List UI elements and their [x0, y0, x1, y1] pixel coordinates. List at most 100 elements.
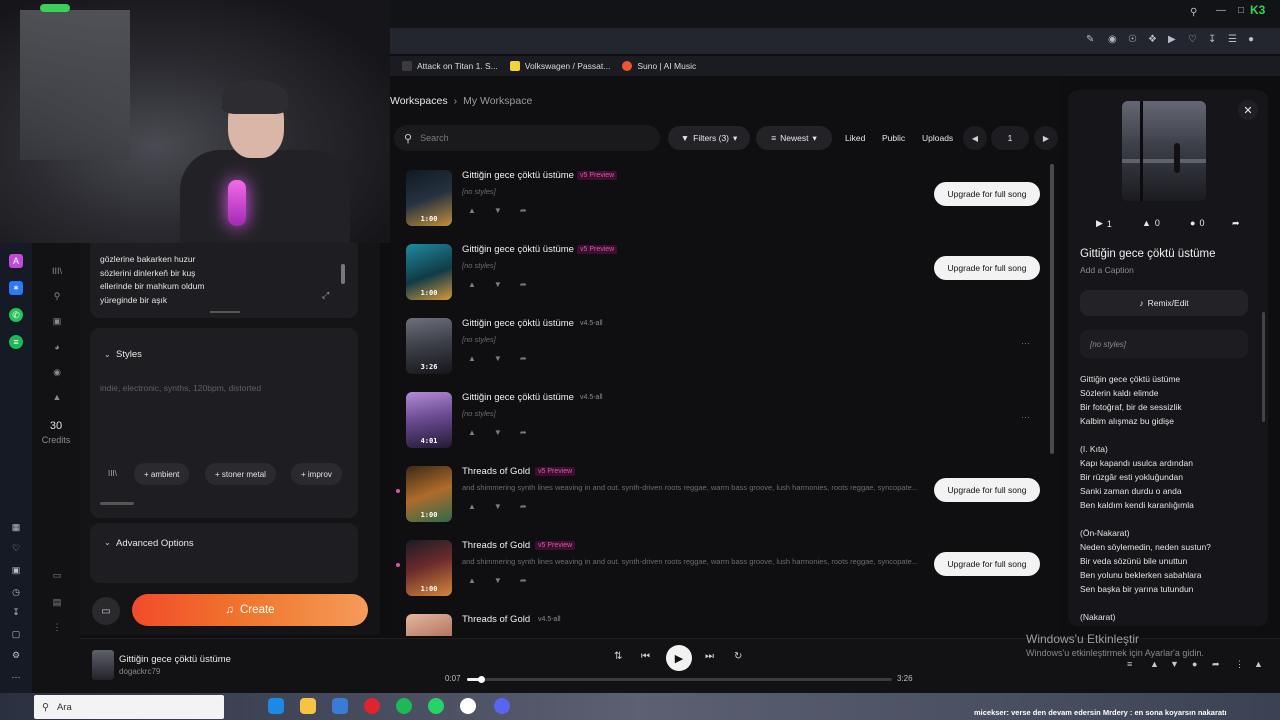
song-thumbnail[interactable]: 1:00	[406, 540, 452, 596]
lock-icon[interactable]: ▣	[50, 316, 64, 327]
share-icon[interactable]: ➦	[520, 428, 527, 437]
send-icon[interactable]: ▶	[1168, 34, 1176, 45]
more-icon[interactable]: ⋯	[9, 670, 23, 684]
song-row[interactable]: Threads of Goldv4.5-all▲▼➦	[400, 610, 1050, 636]
mail-icon[interactable]	[332, 698, 348, 714]
breadcrumb-root[interactable]: Workspaces	[390, 95, 448, 107]
thumbs-down-icon[interactable]: ▼	[494, 206, 502, 215]
upgrade-button[interactable]: Upgrade for full song	[934, 256, 1040, 280]
volume-icon[interactable]: ▲	[1254, 659, 1263, 669]
address-bar[interactable]: ✎ ◉ ☉ ❖ ▶ ♡ ↧ ☰ ●	[390, 28, 1280, 54]
menu-icon[interactable]: ☰	[1228, 34, 1237, 45]
search-input[interactable]	[420, 133, 641, 143]
song-thumbnail[interactable]: 4:01	[406, 392, 452, 448]
download-icon[interactable]: ↧	[1208, 34, 1216, 45]
bell-icon[interactable]: ▲	[50, 392, 64, 402]
song-row[interactable]: 1:00 Threads of Gold v5 Preview and shimmer…	[396, 536, 1050, 606]
radio-icon[interactable]: ◉	[50, 367, 64, 378]
progress-handle[interactable]	[478, 676, 485, 683]
thumbs-up-icon[interactable]: ▲	[468, 576, 476, 585]
resize-handle[interactable]	[210, 311, 240, 313]
trash-nav-icon[interactable]: ▭	[50, 570, 64, 581]
bookmark-3[interactable]: Suno | AI Music	[622, 61, 696, 71]
library-icon[interactable]: III\	[108, 469, 117, 478]
thumbs-down-icon[interactable]: ▼	[494, 428, 502, 437]
page-number[interactable]: 1	[991, 126, 1029, 150]
queue-icon[interactable]: ≡	[1127, 659, 1132, 669]
search-icon[interactable]: ⚲	[50, 291, 64, 302]
song-title[interactable]: Gittiğin gece çöktü üstüme	[462, 244, 574, 255]
song-row[interactable]: 3:26 Gittiğin gece çöktü üstüme v4.5-all [n…	[400, 314, 1050, 384]
share-icon[interactable]: ➦	[520, 354, 527, 363]
player-cover[interactable]	[92, 650, 114, 680]
shuffle-icon[interactable]: ⇅	[614, 651, 622, 662]
song-row[interactable]: 1:00 Threads of Gold v5 Preview and shimmer…	[396, 462, 1050, 532]
download-icon[interactable]: ↧	[9, 605, 23, 619]
close-button[interactable]: ✕	[1238, 100, 1258, 120]
lyrics-scrollbar[interactable]	[341, 264, 345, 284]
search-icon[interactable]: ⚲	[1190, 7, 1197, 18]
clear-button[interactable]: ▭	[92, 597, 120, 625]
history-icon[interactable]: ◷	[9, 585, 23, 599]
maximize-icon[interactable]: □	[1238, 5, 1244, 16]
style-chip[interactable]: + stoner metal	[205, 463, 276, 485]
opera-icon[interactable]	[364, 698, 380, 714]
share-icon[interactable]: ➦	[520, 502, 527, 511]
next-icon[interactable]: ⏭	[705, 651, 714, 662]
style-chip[interactable]: + improv	[291, 463, 342, 485]
whatsapp-taskbar-icon[interactable]	[428, 698, 444, 714]
uploads-filter[interactable]: Uploads	[922, 126, 953, 150]
song-title[interactable]: Threads of Gold	[462, 466, 530, 477]
previous-icon[interactable]: ⏮	[641, 651, 650, 662]
taskbar-search[interactable]: ⚲ Ara	[34, 695, 224, 719]
edit-icon[interactable]: ✎	[1086, 34, 1094, 45]
liked-filter[interactable]: Liked	[845, 126, 865, 150]
song-title[interactable]: Threads of Gold	[462, 540, 530, 551]
share-icon[interactable]: ➦	[1212, 659, 1220, 670]
repeat-icon[interactable]: ↻	[734, 651, 742, 662]
thumbs-up-icon[interactable]: ▲	[468, 428, 476, 437]
thumbs-down-icon[interactable]: ▼	[1170, 659, 1179, 669]
more-icon[interactable]: ⋯	[1021, 412, 1030, 423]
song-thumbnail[interactable]: 3:26	[406, 318, 452, 374]
song-row[interactable]: 1:00 Gittiğin gece çöktü üstüme v5 Preview…	[400, 166, 1050, 236]
song-title[interactable]: Threads of Gold	[462, 614, 530, 625]
spotify-icon[interactable]: ≡	[9, 335, 23, 349]
play-button[interactable]: ▶	[666, 645, 692, 671]
expand-icon[interactable]: ⤢	[322, 289, 329, 303]
upgrade-button[interactable]: Upgrade for full song	[934, 478, 1040, 502]
lyrics-textarea[interactable]: gözlerine bakarken huzur sözlerini dinle…	[90, 243, 358, 318]
thumbs-down-icon[interactable]: ▼	[494, 354, 502, 363]
doc-nav-icon[interactable]: ▤	[50, 597, 64, 608]
song-thumbnail[interactable]: 1:00	[406, 244, 452, 300]
thumbs-up-icon[interactable]: ▲	[468, 206, 476, 215]
search-bar[interactable]: ⚲	[394, 125, 660, 151]
song-thumbnail[interactable]: 1:00	[406, 170, 452, 226]
thumbs-up-icon[interactable]: ▲	[468, 280, 476, 289]
create-button[interactable]: ♫ Create	[132, 594, 368, 626]
settings-icon[interactable]: ⚙	[9, 648, 23, 662]
spotify-taskbar-icon[interactable]	[396, 698, 412, 714]
thumbs-down-icon[interactable]: ▼	[494, 280, 502, 289]
shield-icon[interactable]: ☉	[1128, 34, 1137, 45]
obs-icon[interactable]	[460, 698, 476, 714]
advanced-options-section[interactable]	[90, 523, 358, 583]
heart-icon[interactable]: ♡	[9, 541, 23, 555]
more-icon[interactable]: ⋮	[1235, 659, 1244, 670]
next-page-button[interactable]: ▶	[1034, 126, 1058, 150]
styles-input[interactable]: indie, electronic, synths, 120bpm, disto…	[100, 383, 261, 393]
style-chip[interactable]: + ambient	[134, 463, 190, 485]
file-explorer-icon[interactable]	[300, 698, 316, 714]
song-title[interactable]: Gittiğin gece çöktü üstüme	[462, 318, 574, 329]
profile-icon[interactable]: ●	[1248, 34, 1254, 45]
public-filter[interactable]: Public	[882, 126, 905, 150]
more-nav-icon[interactable]: ⋮	[50, 622, 64, 633]
song-title[interactable]: Gittiğin gece çöktü üstüme	[462, 170, 574, 181]
thumbs-up-icon[interactable]: ▲	[468, 354, 476, 363]
heart-icon[interactable]: ♡	[1188, 34, 1197, 45]
share-icon[interactable]: ➦	[520, 206, 527, 215]
song-thumbnail[interactable]: 1:00	[406, 466, 452, 522]
upgrade-button[interactable]: Upgrade for full song	[934, 552, 1040, 576]
app-a-icon[interactable]: A	[9, 254, 23, 268]
share-icon[interactable]: ➦	[520, 576, 527, 585]
